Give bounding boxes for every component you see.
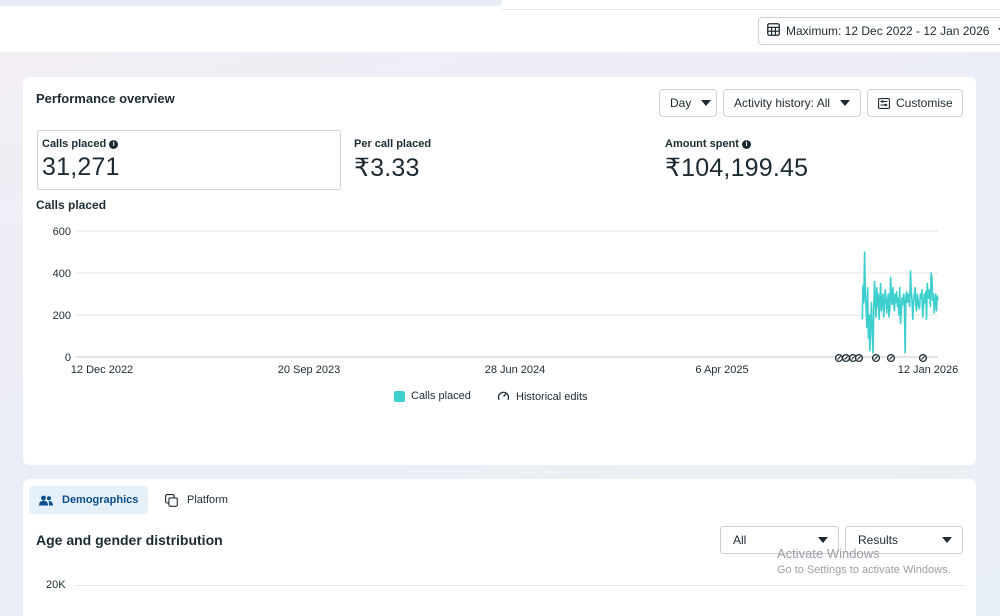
chevron-down-icon: [942, 537, 952, 543]
legend-historical-edits[interactable]: Historical edits: [497, 390, 588, 403]
chart-x-axis: 12 Dec 2022 20 Sep 2023 28 Jun 2024 6 Apr 2…: [71, 364, 958, 376]
legend-calls-placed[interactable]: Calls placed: [394, 390, 471, 402]
watermark-subtitle: Go to Settings to activate Windows.: [777, 564, 951, 576]
x-tick-label: 20 Sep 2023: [278, 364, 340, 376]
calendar-icon: [767, 23, 780, 39]
chart-y-axis: 600 400 200 0: [53, 226, 71, 364]
metric-dropdown-value: Results: [858, 533, 899, 547]
x-tick-label: 28 Jun 2024: [485, 364, 546, 376]
date-range-label: Maximum: 12 Dec 2022 - 12 Jan 2026: [786, 24, 990, 38]
y-tick-label: 200: [53, 310, 71, 322]
y-tick-label: 600: [53, 226, 71, 238]
tab-label: Platform: [187, 494, 228, 506]
age-gender-title: Age and gender distribution: [36, 532, 223, 548]
series-line-calls-placed: [861, 251, 939, 354]
gauge-icon: [497, 390, 510, 403]
chart-gridlines: [76, 230, 938, 358]
calls-placed-chart: 600 400 200 0 12 Dec 2022 20 Sep 2023 28 Jun …: [53, 226, 959, 376]
tab-demographics[interactable]: Demographics: [29, 486, 149, 514]
x-tick-label: 6 Apr 2025: [695, 364, 748, 376]
y-tick-label: 0: [65, 352, 71, 364]
tab-platform[interactable]: Platform: [155, 486, 238, 514]
legend-swatch: [394, 390, 405, 402]
chart-historical-edits: [834, 353, 928, 363]
windows-activation-watermark: Activate Windows Go to Settings to activ…: [777, 546, 951, 576]
performance-overview-card: Performance overview Day Activity histor…: [23, 77, 976, 465]
top-strip: [0, 0, 502, 6]
filter-value: All: [733, 533, 747, 547]
copy-icon: [165, 493, 178, 507]
people-icon: [39, 495, 53, 505]
y-tick-label: 400: [53, 268, 71, 280]
watermark-title: Activate Windows: [777, 546, 880, 561]
date-range-button[interactable]: Maximum: 12 Dec 2022 - 12 Jan 2026: [758, 17, 1000, 45]
chart-series: [861, 251, 939, 354]
gridline: [75, 585, 965, 586]
x-tick-label: 12 Jan 2026: [898, 364, 959, 376]
top-bar: Maximum: 12 Dec 2022 - 12 Jan 2026: [0, 0, 1000, 52]
top-divider: [502, 9, 1000, 10]
chevron-down-icon: [818, 537, 828, 543]
x-tick-label: 12 Dec 2022: [71, 364, 133, 376]
tab-label: Demographics: [62, 494, 139, 506]
legend-label: Historical edits: [516, 390, 588, 403]
legend-label: Calls placed: [411, 390, 471, 402]
y-tick-label: 20K: [46, 579, 66, 591]
